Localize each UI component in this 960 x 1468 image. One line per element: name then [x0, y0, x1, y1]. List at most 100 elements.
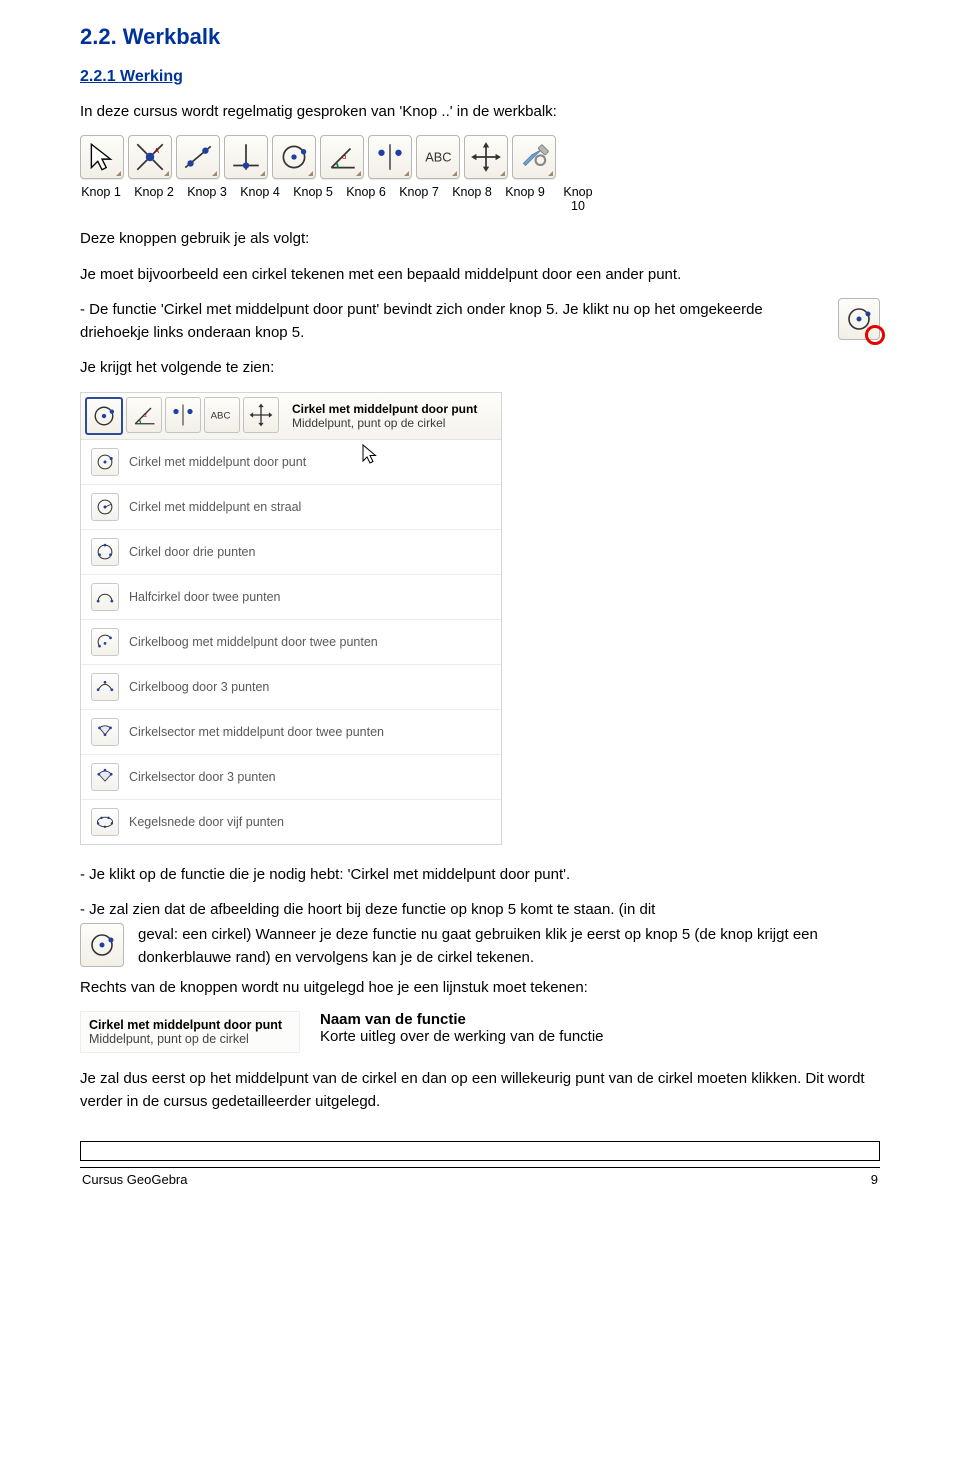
menu-top-tip-sub: Middelpunt, punt op de cirkel — [292, 416, 445, 430]
menu-item[interactable]: Cirkel door drie punten — [81, 530, 501, 575]
menu-item[interactable]: Cirkelboog met middelpunt door twee punt… — [81, 620, 501, 665]
menu-top-reflect[interactable] — [165, 397, 201, 433]
knop-label: Knop 9 — [504, 185, 546, 213]
knop-label: Knop 2 — [133, 185, 175, 213]
circle-center-icon — [277, 140, 311, 174]
move-icon — [247, 401, 275, 429]
menu-top-text[interactable]: ABC — [204, 397, 240, 433]
angle-icon: α — [130, 401, 158, 429]
reflect-icon — [373, 140, 407, 174]
menu-item[interactable]: Cirkelsector door 3 punten — [81, 755, 501, 800]
inline-circle-thumb-2 — [80, 923, 124, 967]
chevron-down-icon[interactable] — [548, 171, 553, 176]
menu-top-angle[interactable]: α — [126, 397, 162, 433]
chevron-down-icon[interactable] — [260, 171, 265, 176]
toolbar: A α ABC — [80, 135, 880, 179]
tool-button-2[interactable]: A — [128, 135, 172, 179]
sector-three-icon — [91, 763, 119, 791]
menu-top-tip-bold: Cirkel met middelpunt door punt — [292, 402, 477, 416]
paragraph-step1: - De functie 'Cirkel met middelpunt door… — [80, 298, 880, 345]
chevron-down-icon[interactable] — [116, 171, 121, 176]
menu-top-tooltip: Cirkel met middelpunt door punt Middelpu… — [292, 402, 477, 430]
paragraph-you-see: Je krijgt het volgende te zien: — [80, 356, 880, 379]
tool-button-8[interactable]: ABC — [416, 135, 460, 179]
knop-label: Knop 3 — [186, 185, 228, 213]
knop-label: Knop 5 — [292, 185, 334, 213]
svg-text:ABC: ABC — [211, 410, 231, 421]
menu-item-label: Cirkelsector door 3 punten — [129, 770, 276, 784]
footer-page-number: 9 — [871, 1172, 878, 1187]
menu-item[interactable]: Halfcirkel door twee punten — [81, 575, 501, 620]
menu-top-row: α ABC Cirkel met middelpunt door punt Mi… — [81, 393, 501, 440]
paragraph-usage-intro: Deze knoppen gebruik je als volgt: — [80, 227, 880, 250]
tooltip-desc-sub: Korte uitleg over de werking van de func… — [320, 1028, 880, 1045]
subsection-title: 2.2.1 Werking — [80, 68, 880, 86]
svg-text:α: α — [342, 152, 347, 161]
pointer-icon — [85, 140, 119, 174]
paragraph-image-shows-a: - Je zal zien dat de afbeelding die hoor… — [80, 898, 880, 921]
tool-button-3[interactable] — [176, 135, 220, 179]
function-tooltip-desc: Naam van de functie Korte uitleg over de… — [320, 1011, 880, 1045]
svg-text:α: α — [143, 411, 147, 418]
reflect-icon — [169, 401, 197, 429]
text-icon: ABC — [208, 401, 236, 429]
chevron-down-icon[interactable] — [356, 171, 361, 176]
toolbar-labels: Knop 1 Knop 2 Knop 3 Knop 4 Knop 5 Knop … — [80, 185, 880, 213]
menu-item[interactable]: Cirkelboog door 3 punten — [81, 665, 501, 710]
knop-label: Knop 7 — [398, 185, 440, 213]
svg-text:A: A — [154, 146, 159, 155]
menu-item-label: Cirkelsector met middelpunt door twee pu… — [129, 725, 384, 739]
footer-left: Cursus GeoGebra — [82, 1172, 188, 1187]
tooltip-visual-sub: Middelpunt, punt op de cirkel — [89, 1032, 249, 1046]
paragraph-click-function: - Je klikt op de functie die je nodig he… — [80, 863, 880, 886]
knop-label: Knop 4 — [239, 185, 281, 213]
section-title: 2.2. Werkbalk — [80, 24, 880, 50]
knop-label: Knop 1 — [80, 185, 122, 213]
tooltip-visual-bold: Cirkel met middelpunt door punt — [89, 1018, 291, 1032]
chevron-down-icon[interactable] — [164, 171, 169, 176]
inline-circle-thumb — [838, 298, 880, 340]
paragraph-example: Je moet bijvoorbeeld een cirkel tekenen … — [80, 263, 880, 286]
circle-tool-menu: α ABC Cirkel met middelpunt door punt Mi… — [80, 392, 502, 845]
chevron-down-icon[interactable] — [308, 171, 313, 176]
menu-item-label: Cirkelboog door 3 punten — [129, 680, 269, 694]
chevron-down-icon[interactable] — [452, 171, 457, 176]
function-tooltip-visual: Cirkel met middelpunt door punt Middelpu… — [80, 1011, 300, 1053]
circle-center-icon — [86, 929, 118, 961]
tool-button-7[interactable] — [368, 135, 412, 179]
menu-item[interactable]: Cirkel met middelpunt en straal — [81, 485, 501, 530]
footer-empty-box — [80, 1141, 880, 1161]
knop-label: Knop 6 — [345, 185, 387, 213]
menu-item-label: Cirkel met middelpunt door punt — [129, 455, 306, 469]
chevron-down-icon[interactable] — [500, 171, 505, 176]
tool-button-5[interactable] — [272, 135, 316, 179]
menu-item[interactable]: Kegelsnede door vijf punten — [81, 800, 501, 844]
menu-top-circle[interactable] — [85, 397, 123, 435]
tool-button-4[interactable] — [224, 135, 268, 179]
menu-top-move[interactable] — [243, 397, 279, 433]
tool-button-6[interactable]: α — [320, 135, 364, 179]
tool-button-10[interactable] — [512, 135, 556, 179]
chevron-down-icon[interactable] — [404, 171, 409, 176]
intersect-icon: A — [133, 140, 167, 174]
circle-center-icon — [90, 402, 118, 430]
knop-label: Knop 8 — [451, 185, 493, 213]
paragraph-final: Je zal dus eerst op het middelpunt van d… — [80, 1067, 880, 1114]
text-icon: ABC — [421, 140, 455, 174]
red-highlight-circle-icon — [865, 325, 885, 345]
tool-button-1[interactable] — [80, 135, 124, 179]
menu-item-label: Cirkel door drie punten — [129, 545, 255, 559]
semicircle-icon — [91, 583, 119, 611]
circle-center-icon — [91, 448, 119, 476]
page-footer: Cursus GeoGebra 9 — [80, 1168, 880, 1187]
paragraph-explain-right: Rechts van de knoppen wordt nu uitgelegd… — [80, 976, 880, 999]
menu-item[interactable]: Cirkelsector met middelpunt door twee pu… — [81, 710, 501, 755]
arc-center-icon — [91, 628, 119, 656]
chevron-down-icon[interactable] — [212, 171, 217, 176]
menu-item-label: Cirkelboog met middelpunt door twee punt… — [129, 635, 378, 649]
menu-item[interactable]: Cirkel met middelpunt door punt — [81, 440, 501, 485]
paragraph-intro: In deze cursus wordt regelmatig gesproke… — [80, 100, 880, 123]
paragraph-image-shows-b: geval: een cirkel) Wanneer je deze funct… — [138, 923, 880, 970]
tool-button-9[interactable] — [464, 135, 508, 179]
sector-center-icon — [91, 718, 119, 746]
